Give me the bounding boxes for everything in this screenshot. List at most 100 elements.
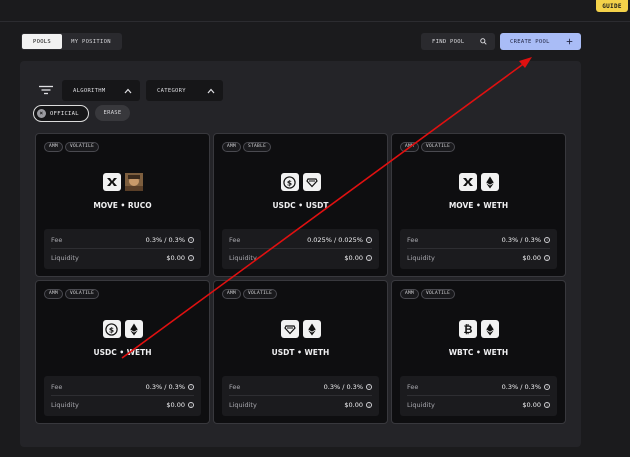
pool-stats: Fee 0.3% / 0.3% i Liquidity $0.00 i [222,376,379,416]
algorithm-dropdown[interactable]: ALGORITHM [62,80,140,101]
pool-stats: Fee 0.3% / 0.3% i Liquidity $0.00 i [400,376,557,416]
category-label: CATEGORY [157,87,186,94]
erase-button[interactable]: ERASE [95,105,130,121]
pool-pair-name: MOVE • WETH [448,201,509,210]
create-pool-label: CREATE POOL [510,38,550,45]
pool-card[interactable]: AMM VOLATILE MOVE • RUCO Fee 0.3% / 0.3%… [35,133,210,277]
fee-label: Fee [51,382,63,391]
liquidity-label: Liquidity [51,254,79,262]
weth-icon [302,320,321,338]
chevron-up-icon [207,88,215,93]
plus-icon [566,38,573,45]
liquidity-value: $0.00 [344,401,363,409]
tab-my-position[interactable]: MY POSITION [62,34,120,49]
info-icon[interactable]: i [188,255,194,261]
pool-card[interactable]: AMM VOLATILE ₿ WBTC • WETH Fee 0.3% / 0.… [391,280,566,424]
weth-icon [480,320,499,338]
liquidity-value: $0.00 [166,401,185,409]
pool-pair-name: USDC • WETH [93,348,152,357]
pool-category-badge: VOLATILE [421,289,456,299]
official-filter-chip[interactable]: × OFFICIAL [33,105,89,122]
pool-stats: Fee 0.3% / 0.3% i Liquidity $0.00 i [400,229,557,269]
pool-stats: Fee 0.3% / 0.3% i Liquidity $0.00 i [44,229,201,269]
svg-text:$: $ [109,325,114,334]
liquidity-label: Liquidity [407,401,435,409]
svg-text:₿: ₿ [463,323,472,335]
fee-label: Fee [407,382,419,391]
ruco-avatar [124,173,143,191]
tab-pools[interactable]: POOLS [22,34,62,49]
create-pool-button[interactable]: CREATE POOL [500,33,581,50]
pool-stats: Fee 0.025% / 0.025% i Liquidity $0.00 i [222,229,379,269]
fee-value: 0.3% / 0.3% [323,382,363,391]
pool-pair-name: USDC • USDT [272,201,329,210]
info-icon[interactable]: i [188,383,194,390]
pool-type-badge: AMM [400,289,420,299]
pool-category-badge: VOLATILE [65,289,100,299]
liquidity-label: Liquidity [51,401,79,409]
liquidity-label: Liquidity [229,401,257,409]
algorithm-label: ALGORITHM [73,87,106,94]
liquidity-label: Liquidity [229,254,257,262]
weth-icon [480,173,499,191]
pool-pair-name: USDT • WETH [271,348,330,357]
fee-label: Fee [407,235,419,244]
move-icon [102,173,121,191]
svg-text:$: $ [287,178,292,187]
pool-pair-name: MOVE • RUCO [93,201,152,210]
usdc-icon: $ [280,173,299,191]
pool-pair-name: WBTC • WETH [448,348,509,357]
find-pool-button[interactable]: FIND POOL [421,33,495,50]
official-label: OFFICIAL [50,110,79,117]
fee-value: 0.3% / 0.3% [501,382,541,391]
liquidity-value: $0.00 [166,254,185,262]
info-icon[interactable]: i [544,383,550,390]
fee-label: Fee [229,235,241,244]
fee-value: 0.3% / 0.3% [145,382,185,391]
category-dropdown[interactable]: CATEGORY [146,80,223,101]
find-pool-label: FIND POOL [432,38,465,45]
info-icon[interactable]: i [188,236,194,243]
pool-type-badge: AMM [400,142,420,152]
pool-type-badge: AMM [44,142,64,152]
info-icon[interactable]: i [366,236,372,243]
liquidity-label: Liquidity [407,254,435,262]
fee-value: 0.025% / 0.025% [307,235,363,244]
pool-card[interactable]: AMM VOLATILE $ USDC • WETH Fee 0.3% / 0.… [35,280,210,424]
fee-label: Fee [229,382,241,391]
pool-type-badge: AMM [222,142,242,152]
search-icon [480,38,487,45]
info-icon[interactable]: i [544,402,550,408]
info-icon[interactable]: i [544,236,550,243]
info-icon[interactable]: i [188,402,194,408]
info-icon[interactable]: i [366,255,372,261]
pool-category-badge: VOLATILE [65,142,100,152]
pool-category-badge: VOLATILE [243,289,278,299]
pool-card[interactable]: AMM VOLATILE USDT • WETH Fee 0.3% / 0.3%… [213,280,388,424]
weth-icon [124,320,143,338]
pool-card[interactable]: AMM STABLE $ USDC • USDT Fee 0.025% / 0.… [213,133,388,277]
liquidity-value: $0.00 [522,254,541,262]
liquidity-value: $0.00 [344,254,363,262]
info-icon[interactable]: i [544,255,550,261]
liquidity-value: $0.00 [522,401,541,409]
chevron-up-icon [124,88,132,93]
pool-card[interactable]: AMM VOLATILE MOVE • WETH Fee 0.3% / 0.3%… [391,133,566,277]
guide-button[interactable]: GUIDE [596,0,628,12]
move-icon [458,173,477,191]
fee-value: 0.3% / 0.3% [501,235,541,244]
close-icon[interactable]: × [37,109,46,118]
pool-type-badge: AMM [222,289,242,299]
info-icon[interactable]: i [366,383,372,390]
pool-category-badge: VOLATILE [421,142,456,152]
usdt-icon [280,320,299,338]
info-icon[interactable]: i [366,402,372,408]
filter-lines-icon[interactable] [39,85,53,95]
fee-label: Fee [51,235,63,244]
fee-value: 0.3% / 0.3% [145,235,185,244]
wbtc-icon: ₿ [458,320,477,338]
pool-stats: Fee 0.3% / 0.3% i Liquidity $0.00 i [44,376,201,416]
pool-type-badge: AMM [44,289,64,299]
pool-category-badge: STABLE [243,142,272,152]
top-bar [0,0,630,22]
